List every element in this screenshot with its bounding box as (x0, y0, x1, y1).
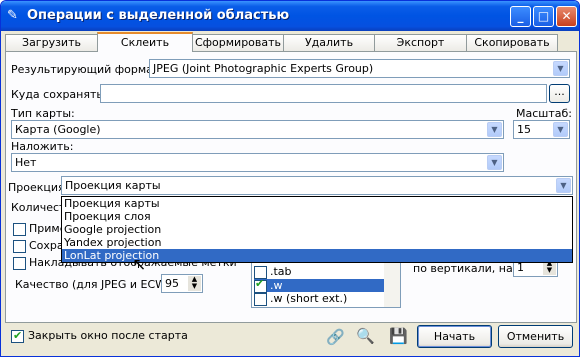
vertical-label: по вертикали, на (413, 262, 513, 275)
close-icon: ✕ (561, 9, 572, 23)
tab-stitch[interactable]: Склеить (97, 32, 193, 52)
save-icon[interactable]: 💾 (389, 328, 408, 344)
projection-option[interactable]: Yandex projection (62, 236, 572, 249)
mouse-cursor-icon: ↖ (132, 255, 147, 275)
save-checkbox[interactable] (13, 240, 26, 253)
extension-checkbox[interactable] (254, 279, 267, 293)
close-button[interactable]: ✕ (556, 6, 577, 27)
scale-select[interactable]: 15 ▼ (513, 120, 570, 139)
projection-option[interactable]: Проекция слоя (62, 210, 572, 223)
save-path-input[interactable] (100, 84, 547, 103)
apply-checkbox[interactable] (13, 223, 26, 236)
map-type-value: Карта (Google) (15, 123, 101, 136)
close-after-start-label: Закрыть окно после старта (28, 329, 188, 342)
result-format-select[interactable]: JPEG (Joint Photographic Experts Group) … (149, 59, 570, 78)
overlay-label: Наложить: (11, 140, 74, 153)
app-icon: ✎ (7, 8, 18, 23)
chevron-down-icon: ▼ (553, 122, 568, 137)
close-after-start-checkbox[interactable] (11, 329, 24, 343)
title-bar[interactable]: ✎ Операции с выделенной областью _ □ ✕ (1, 1, 579, 31)
dialog-window: ✎ Операции с выделенной областью _ □ ✕ З… (0, 0, 580, 357)
cancel-button[interactable]: Отменить (498, 325, 573, 348)
tab-strip: Загрузить Склеить Сформировать Удалить Э… (5, 32, 577, 52)
result-format-value: JPEG (Joint Photographic Experts Group) (153, 62, 374, 75)
projection-select[interactable]: Проекция карты ▼ (61, 176, 573, 195)
chevron-down-icon: ▼ (556, 178, 571, 193)
save-to-label: Куда сохранять: (11, 88, 107, 101)
quality-label: Качество (для JPEG и ECW): (15, 278, 175, 291)
overlay-select[interactable]: Нет ▼ (11, 153, 504, 172)
map-type-select[interactable]: Карта (Google) ▼ (11, 120, 504, 139)
maximize-button[interactable]: □ (533, 6, 554, 27)
start-button[interactable]: Начать (417, 325, 492, 348)
window-title: Операции с выделенной областью (27, 8, 290, 23)
chevron-down-icon: ▼ (487, 155, 502, 170)
zoom-icon[interactable]: 🔍 (356, 328, 375, 344)
tab-generate[interactable]: Сформировать (192, 34, 284, 51)
map-type-label: Тип карты: (11, 107, 75, 120)
overlay-value: Нет (15, 156, 37, 169)
list-item[interactable]: .tab (254, 265, 384, 279)
link-icon[interactable]: 🔗 (326, 329, 345, 345)
projection-value: Проекция карты (65, 179, 161, 192)
overlay-marks-checkbox[interactable] (13, 257, 26, 270)
list-item[interactable]: .w (short ext.) (254, 292, 384, 306)
chevron-down-icon: ▼ (487, 122, 502, 137)
browse-button[interactable]: ... (549, 84, 570, 103)
tab-delete[interactable]: Удалить (283, 34, 375, 51)
list-item-label: .tab (270, 265, 292, 278)
quality-spin-icon[interactable]: ▲ ▼ (188, 276, 201, 291)
minimize-button[interactable]: _ (510, 6, 531, 27)
list-item[interactable]: .w (254, 279, 384, 293)
chevron-down-icon: ▼ (553, 61, 568, 76)
projection-dropdown[interactable]: Проекция карты Проекция слоя Google proj… (61, 196, 573, 263)
projection-option[interactable]: Проекция карты (62, 197, 572, 210)
tab-export[interactable]: Экспорт (374, 34, 467, 51)
list-scrollbar[interactable] (384, 259, 400, 307)
quality-value: 95 (165, 277, 179, 290)
file-extension-list[interactable]: .tab .w .w (short ext.) (251, 258, 401, 308)
extension-checkbox[interactable] (254, 292, 267, 306)
list-item-label: .w (short ext.) (270, 292, 348, 305)
result-format-label: Результирующий формат: (11, 63, 164, 76)
maximize-icon: □ (537, 9, 550, 23)
projection-option[interactable]: Google projection (62, 223, 572, 236)
minimize-icon: _ (517, 9, 524, 23)
projection-label: Проекция: (8, 181, 69, 194)
scale-value: 15 (517, 123, 531, 136)
tab-copy[interactable]: Скопировать (466, 34, 558, 51)
tab-load[interactable]: Загрузить (5, 34, 98, 51)
quality-input[interactable]: 95 ▲ ▼ (161, 274, 203, 293)
scale-label: Масштаб: (516, 107, 572, 120)
list-item-label: .w (270, 279, 283, 292)
